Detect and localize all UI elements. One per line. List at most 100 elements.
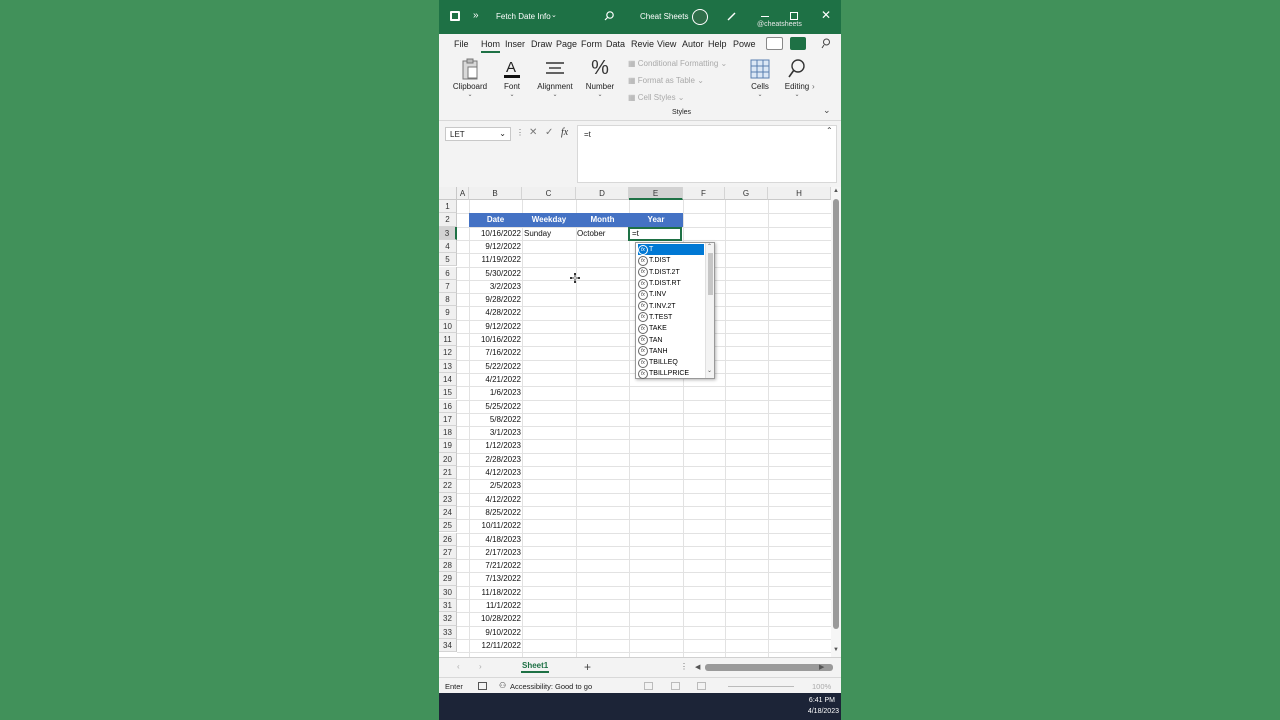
page-layout-view-icon[interactable] xyxy=(671,682,680,690)
date-cell[interactable]: 12/11/2022 xyxy=(469,639,521,652)
scroll-down-icon[interactable]: ▼ xyxy=(833,647,839,653)
close-icon[interactable]: ✕ xyxy=(821,8,831,22)
autocomplete-scrollbar[interactable]: ⌃ ⌄ xyxy=(705,243,714,378)
header-date[interactable]: Date xyxy=(469,213,522,227)
date-cell[interactable]: 7/13/2022 xyxy=(469,572,521,585)
ribbon-expand-icon[interactable]: ⌄ xyxy=(823,105,831,116)
column-header-f[interactable]: F xyxy=(683,187,725,200)
comments-icon[interactable] xyxy=(766,37,783,50)
select-all-corner[interactable] xyxy=(439,187,457,200)
pen-icon[interactable] xyxy=(726,11,737,22)
row-header[interactable]: 34 xyxy=(439,638,457,653)
scroll-down-icon[interactable]: ⌄ xyxy=(707,367,712,374)
font-group[interactable]: A Font ⌄ xyxy=(499,56,525,98)
maximize-icon[interactable] xyxy=(790,12,798,20)
tab-power[interactable]: Powe xyxy=(733,39,756,49)
row-header[interactable]: 7 xyxy=(439,279,457,294)
autocomplete-item[interactable]: fx T.INV xyxy=(638,289,704,300)
search-icon[interactable] xyxy=(604,11,614,21)
date-cell[interactable]: 11/19/2022 xyxy=(469,253,521,266)
row-header[interactable]: 22 xyxy=(439,479,457,493)
row-header[interactable]: 18 xyxy=(439,426,457,440)
autocomplete-item[interactable]: fx T.INV.2T xyxy=(638,301,704,312)
row-header[interactable]: 16 xyxy=(439,399,457,413)
autocomplete-item[interactable]: fx TBILLPRICE xyxy=(638,368,704,379)
autocomplete-item[interactable]: fx T.TEST xyxy=(638,312,704,323)
column-header-e[interactable]: E xyxy=(629,187,683,200)
date-cell[interactable]: 3/1/2023 xyxy=(469,426,521,439)
row-header[interactable]: 5 xyxy=(439,253,457,267)
cell-styles-button[interactable]: ▦ Cell Styles ⌄ xyxy=(628,93,685,102)
date-cell[interactable]: 9/12/2022 xyxy=(469,320,521,333)
normal-view-icon[interactable] xyxy=(644,682,653,690)
name-box[interactable]: LET ⌄ xyxy=(445,127,511,141)
row-header[interactable]: 2 xyxy=(439,213,457,227)
formula-bar-options-icon[interactable]: ⋮ xyxy=(516,128,524,137)
row-header[interactable]: 24 xyxy=(439,505,457,520)
date-cell[interactable]: 1/12/2023 xyxy=(469,439,521,452)
column-header-d[interactable]: D xyxy=(576,187,629,200)
macro-record-icon[interactable] xyxy=(478,682,487,690)
tab-data[interactable]: Data xyxy=(606,39,625,49)
row-header[interactable]: 17 xyxy=(439,412,457,427)
horizontal-scroll-thumb[interactable] xyxy=(705,664,833,671)
sheet-tab-sheet1[interactable]: Sheet1 xyxy=(521,661,550,673)
row-header[interactable]: 25 xyxy=(439,519,457,533)
row-header[interactable]: 23 xyxy=(439,492,457,506)
share-icon[interactable] xyxy=(790,37,806,50)
row-header[interactable]: 13 xyxy=(439,359,457,373)
row-header[interactable]: 26 xyxy=(439,532,457,546)
tab-page-layout[interactable]: Page xyxy=(556,39,577,49)
chevron-down-icon[interactable]: ⌄ xyxy=(499,129,506,138)
autocomplete-item[interactable]: fx T xyxy=(638,244,704,256)
row-header[interactable]: 14 xyxy=(439,372,457,387)
prev-sheet-icon[interactable]: ‹ xyxy=(457,662,460,671)
tab-help[interactable]: Help xyxy=(708,39,727,49)
next-sheet-icon[interactable]: › xyxy=(479,662,482,671)
date-cell[interactable]: 5/22/2022 xyxy=(469,360,521,373)
scroll-up-icon[interactable]: ▲ xyxy=(833,188,839,194)
date-cell[interactable]: 4/12/2022 xyxy=(469,493,521,506)
accessibility-icon[interactable]: ⚇ xyxy=(499,681,506,690)
autocomplete-item[interactable]: fx TAKE xyxy=(638,323,704,334)
row-header[interactable]: 20 xyxy=(439,452,457,466)
date-cell[interactable]: 1/6/2023 xyxy=(469,386,521,399)
ribbon-scroll-right-icon[interactable]: › xyxy=(812,82,815,91)
autocomplete-item[interactable]: fx T.DIST.2T xyxy=(638,267,704,278)
tab-automate[interactable]: Autor xyxy=(682,39,704,49)
date-cell[interactable]: 10/28/2022 xyxy=(469,612,521,625)
alignment-group[interactable]: Alignment ⌄ xyxy=(533,56,577,98)
collapse-formula-bar-icon[interactable]: ⌃ xyxy=(826,126,833,135)
date-cell[interactable]: 5/30/2022 xyxy=(469,267,521,280)
row-header[interactable]: 3 xyxy=(439,226,457,240)
column-header-h[interactable]: H xyxy=(768,187,831,200)
date-cell[interactable]: 2/5/2023 xyxy=(469,479,521,492)
date-cell[interactable]: 2/17/2023 xyxy=(469,546,521,559)
date-cell[interactable]: 4/21/2022 xyxy=(469,373,521,386)
tab-insert[interactable]: Inser xyxy=(505,39,525,49)
minimize-icon[interactable] xyxy=(761,16,769,17)
tab-draw[interactable]: Draw xyxy=(531,39,552,49)
header-year[interactable]: Year xyxy=(629,213,683,227)
column-header-c[interactable]: C xyxy=(522,187,576,200)
header-month[interactable]: Month xyxy=(576,213,629,227)
date-cell[interactable]: 2/28/2023 xyxy=(469,453,521,466)
add-sheet-icon[interactable]: + xyxy=(584,660,591,674)
feedback-icon[interactable] xyxy=(821,38,832,49)
row-header[interactable]: 21 xyxy=(439,466,457,480)
date-cell[interactable]: 5/25/2022 xyxy=(469,400,521,413)
row-header[interactable]: 12 xyxy=(439,346,457,360)
autocomplete-item[interactable]: fx TBILLEQ xyxy=(638,357,704,368)
conditional-formatting-button[interactable]: ▦ Conditional Formatting ⌄ xyxy=(628,59,727,68)
row-header[interactable]: 4 xyxy=(439,239,457,254)
date-cell[interactable]: 10/16/2022 xyxy=(469,227,521,240)
editing-group[interactable]: Editing ⌄ xyxy=(782,56,812,98)
account-name[interactable]: Cheat Sheets xyxy=(640,12,688,21)
autocomplete-item[interactable]: fx T.DIST.RT xyxy=(638,278,704,289)
chevron-down-icon[interactable]: ⌄ xyxy=(551,11,557,19)
scroll-up-icon[interactable]: ⌃ xyxy=(707,243,712,250)
zoom-slider[interactable] xyxy=(728,686,794,687)
insert-function-icon[interactable]: fx xyxy=(561,127,568,138)
account-avatar[interactable] xyxy=(692,9,708,25)
vertical-scrollbar[interactable]: ▲ ▼ xyxy=(831,187,841,657)
